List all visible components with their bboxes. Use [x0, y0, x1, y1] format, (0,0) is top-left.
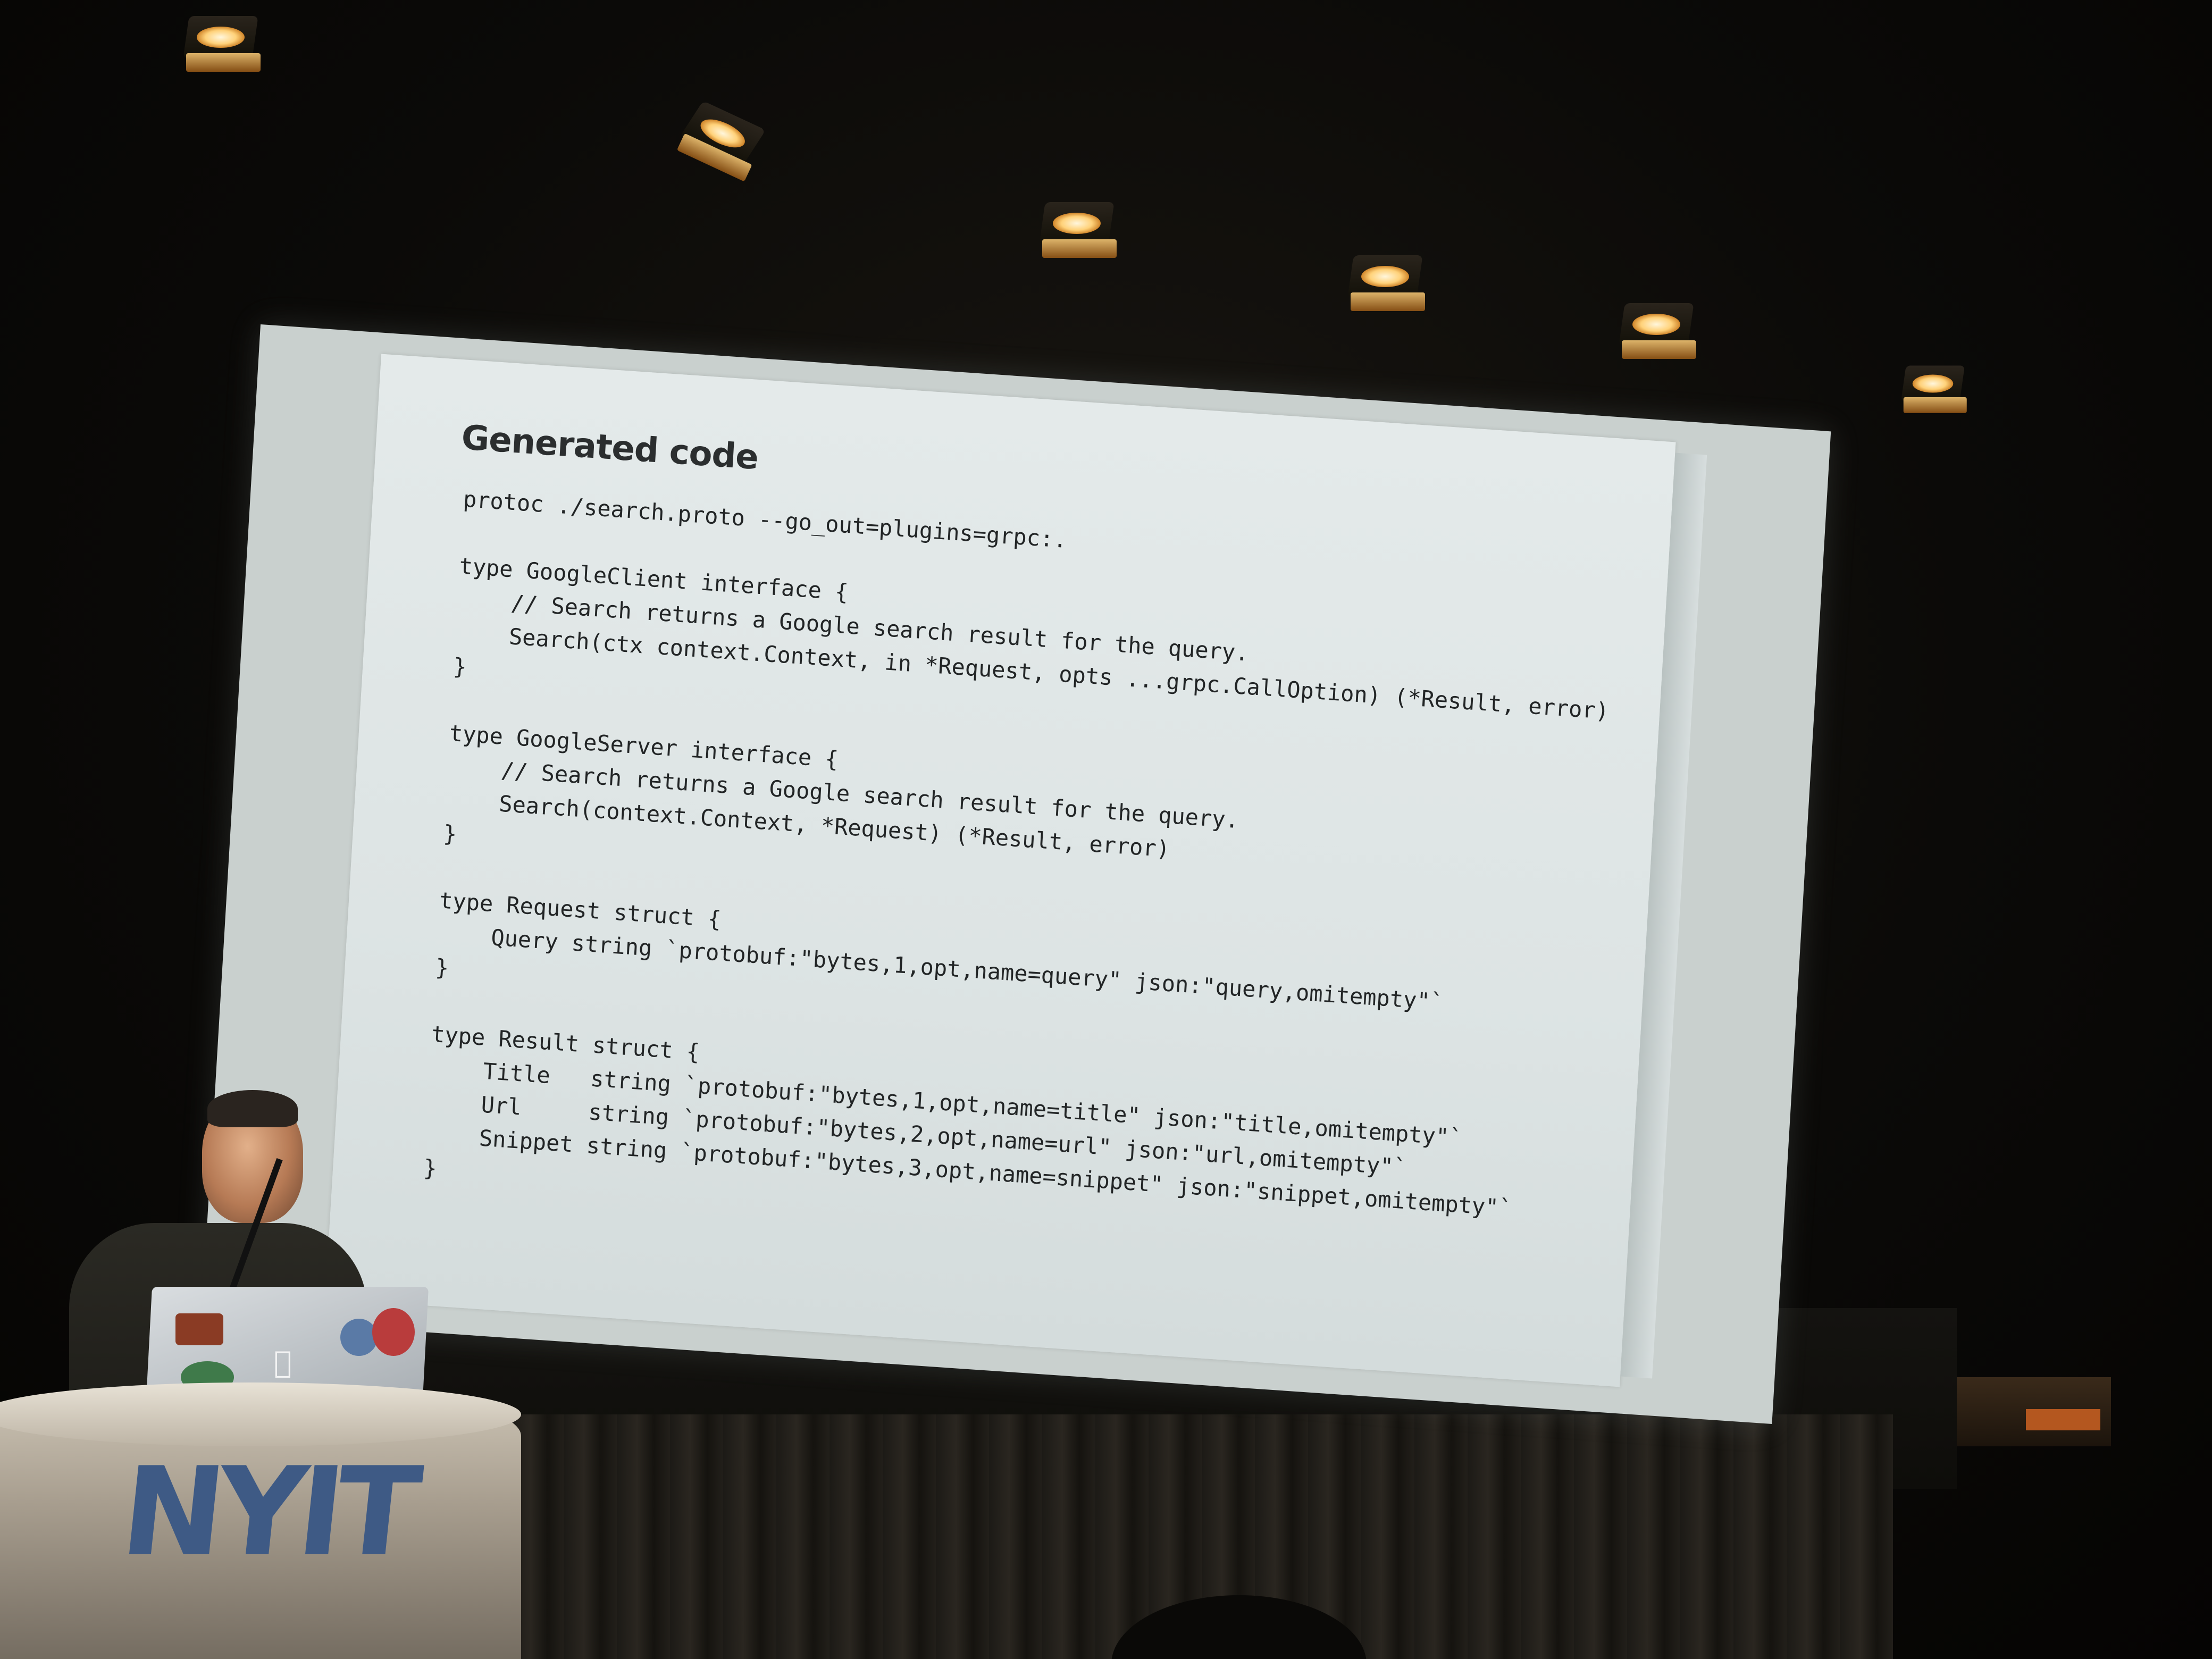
code-block: protoc ./search.proto --go_out=plugins=g…: [423, 482, 1618, 1263]
ceiling-light: [1895, 361, 1972, 415]
ceiling-light: [1611, 298, 1702, 362]
apple-logo-icon: : [274, 1348, 292, 1378]
speaker-hair: [207, 1090, 298, 1127]
ceiling-light: [1032, 197, 1122, 261]
projection-screen: Generated code protoc ./search.proto --g…: [202, 324, 1831, 1425]
ceiling-light: [1340, 250, 1430, 314]
scene: Generated code protoc ./search.proto --g…: [0, 0, 2212, 1659]
ceiling-light: [175, 11, 266, 74]
presentation-slide: Generated code protoc ./search.proto --g…: [325, 354, 1676, 1387]
laptop-sticker: [175, 1313, 223, 1345]
stage-prop: [1957, 1377, 2111, 1446]
podium-top: [0, 1382, 521, 1446]
slide-title: Generated code: [460, 418, 759, 478]
ceiling-light: [666, 90, 775, 187]
podium-logo: NYIT: [115, 1442, 420, 1583]
laptop-sticker: [340, 1319, 378, 1356]
laptop-sticker: [372, 1308, 415, 1356]
